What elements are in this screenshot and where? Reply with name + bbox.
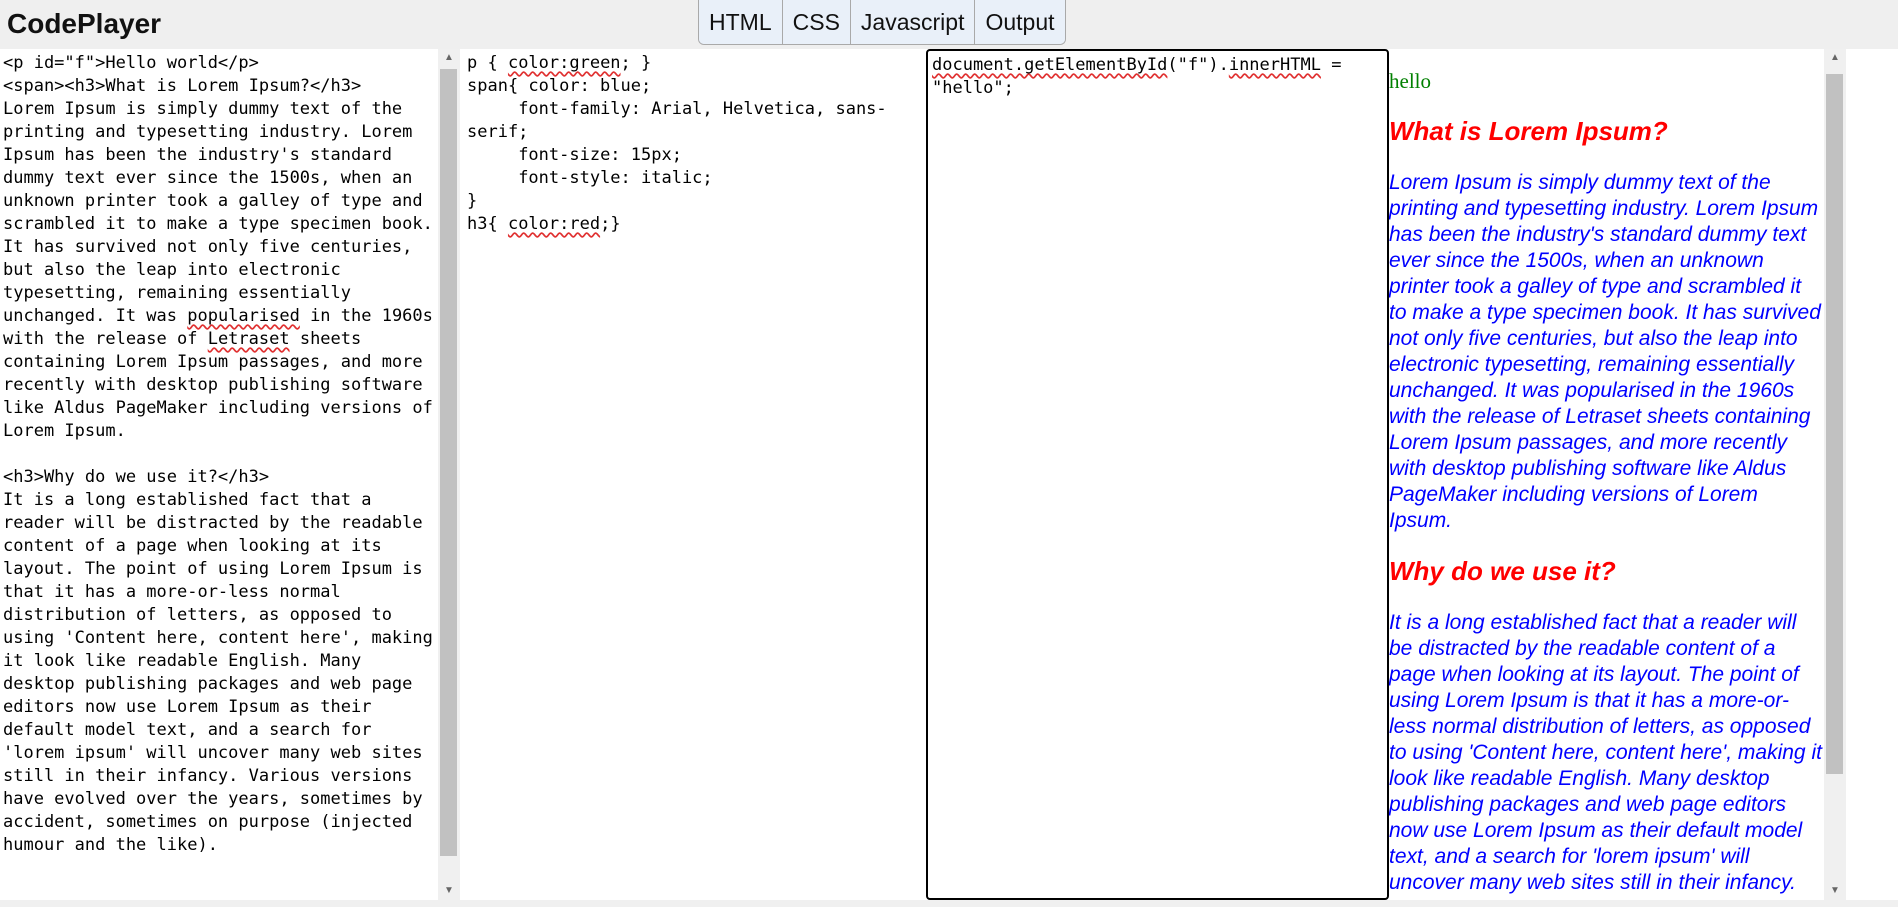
spellcheck-word: popularised xyxy=(187,306,300,326)
html-scrollbar[interactable]: ▲ ▼ xyxy=(438,49,460,900)
panel-toggles: HTML CSS Javascript Output xyxy=(698,0,1066,45)
output-text-2: It is a long established fact that a rea… xyxy=(1389,611,1822,894)
css-line: font-style: italic; xyxy=(467,168,713,188)
output-preview: hello What is Lorem Ipsum? Lorem Ipsum i… xyxy=(1389,49,1824,900)
output-text-1: Lorem Ipsum is simply dummy text of the … xyxy=(1389,171,1821,532)
app-logo: CodePlayer xyxy=(7,8,162,39)
html-editor[interactable]: <p id="f">Hello world</p> <span><h3>What … xyxy=(0,49,438,900)
css-line: h3{ color:red;} xyxy=(467,214,621,234)
output-scrollbar[interactable]: ▲ ▼ xyxy=(1824,49,1846,900)
spellcheck-word: document.getElementById xyxy=(932,55,1168,75)
toggle-html[interactable]: HTML xyxy=(699,0,783,44)
javascript-editor[interactable]: document.getElementById("f").innerHTML =… xyxy=(926,49,1389,900)
css-line: font-family: Arial, Helvetica, sans-seri… xyxy=(467,99,887,142)
html-line: Lorem Ipsum is simply dummy text of the … xyxy=(3,98,435,443)
js-code: document.getElementById("f").innerHTML =… xyxy=(932,55,1352,98)
output-span: What is Lorem Ipsum? Lorem Ipsum is simp… xyxy=(1389,116,1824,896)
html-text: Lorem Ipsum is simply dummy text of the … xyxy=(3,99,433,441)
scroll-thumb[interactable] xyxy=(1826,74,1843,774)
html-line: <span><h3>What is Lorem Ipsum?</h3> xyxy=(3,76,362,96)
css-line: p { color:green; } xyxy=(467,53,652,73)
toggle-javascript[interactable]: Javascript xyxy=(850,0,976,44)
scroll-thumb[interactable] xyxy=(440,69,457,856)
output-paragraph: hello xyxy=(1389,69,1431,93)
spellcheck-word: color:green xyxy=(507,53,621,73)
spellcheck-word: Letraset xyxy=(207,329,290,349)
css-line: font-size: 15px; xyxy=(467,145,682,165)
css-line: } xyxy=(467,191,478,211)
scroll-up-icon[interactable]: ▲ xyxy=(1824,49,1846,67)
html-line: <p id="f">Hello world</p> xyxy=(3,53,259,73)
toggle-css[interactable]: CSS xyxy=(782,0,851,44)
scroll-up-icon[interactable]: ▲ xyxy=(438,49,460,67)
spellcheck-word: color:red xyxy=(507,214,601,234)
css-line: span{ color: blue; xyxy=(467,76,652,96)
toggle-output[interactable]: Output xyxy=(975,0,1065,44)
html-line xyxy=(3,443,435,466)
output-heading-2: Why do we use it? xyxy=(1389,556,1616,586)
scroll-down-icon[interactable]: ▼ xyxy=(438,882,460,900)
css-editor[interactable]: p { color:green; } span{ color: blue; fon… xyxy=(462,49,924,900)
html-line: It is a long established fact that a rea… xyxy=(3,490,433,855)
scroll-down-icon[interactable]: ▼ xyxy=(1824,882,1846,900)
spellcheck-word: innerHTML xyxy=(1228,55,1321,75)
output-heading-1: What is Lorem Ipsum? xyxy=(1389,116,1668,146)
html-line: <h3>Why do we use it?</h3> xyxy=(3,467,270,487)
bottom-strip xyxy=(0,900,1898,907)
top-bar: CodePlayer HTML CSS Javascript Output xyxy=(0,0,1898,49)
